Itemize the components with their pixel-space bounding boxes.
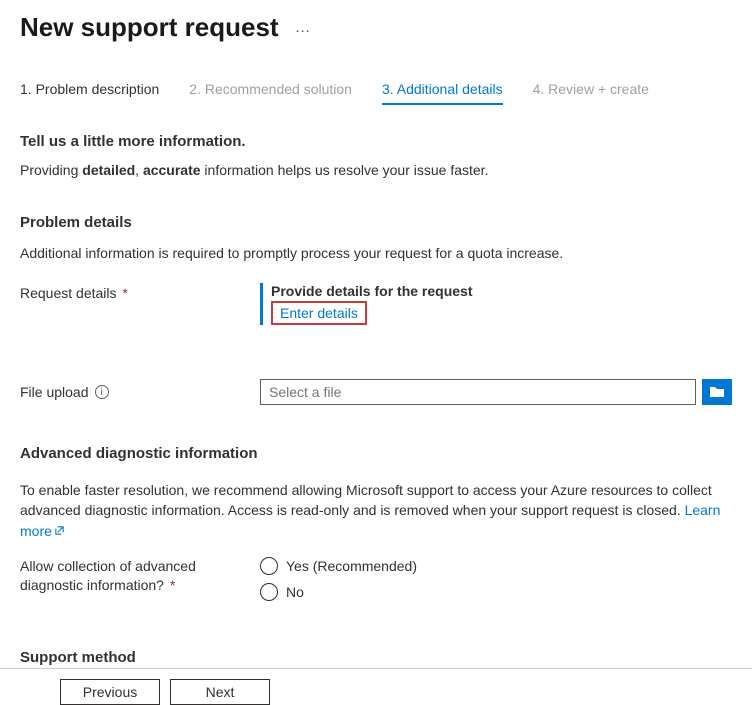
- info-icon[interactable]: i: [95, 385, 109, 399]
- section-intro: Providing detailed, accurate information…: [20, 162, 732, 178]
- problem-details-heading: Problem details: [20, 214, 732, 231]
- file-upload-row: File upload i: [20, 379, 732, 405]
- page-header: New support request …: [20, 12, 732, 43]
- required-marker: *: [122, 285, 127, 301]
- provide-details-label: Provide details for the request: [271, 283, 732, 299]
- radio-yes-label: Yes (Recommended): [286, 558, 417, 574]
- tab-recommended-solution: 2. Recommended solution: [189, 81, 352, 105]
- radio-no-label: No: [286, 584, 304, 600]
- more-actions-icon[interactable]: …: [295, 19, 312, 37]
- section-heading: Tell us a little more information.: [20, 133, 732, 150]
- radio-no[interactable]: No: [260, 583, 417, 601]
- advanced-desc: To enable faster resolution, we recommen…: [20, 480, 732, 541]
- required-marker: *: [170, 577, 175, 593]
- radio-icon: [260, 557, 278, 575]
- next-button[interactable]: Next: [170, 679, 270, 705]
- allow-collection-radio-group: Yes (Recommended) No: [260, 557, 417, 601]
- file-upload-label: File upload: [20, 384, 89, 400]
- support-method-heading: Support method: [20, 649, 732, 666]
- provide-details-block: Provide details for the request Enter de…: [260, 283, 732, 325]
- allow-collection-label: Allow collection of advanced diagnostic …: [20, 557, 260, 596]
- previous-button[interactable]: Previous: [60, 679, 160, 705]
- radio-yes[interactable]: Yes (Recommended): [260, 557, 417, 575]
- file-upload-input[interactable]: [260, 379, 696, 405]
- request-details-label: Request details *: [20, 283, 260, 301]
- allow-collection-row: Allow collection of advanced diagnostic …: [20, 557, 732, 601]
- request-details-row: Request details * Provide details for th…: [20, 283, 732, 325]
- radio-icon: [260, 583, 278, 601]
- tab-review-create: 4. Review + create: [533, 81, 649, 105]
- tab-additional-details[interactable]: 3. Additional details: [382, 81, 503, 105]
- browse-button[interactable]: [702, 379, 732, 405]
- folder-icon: [709, 385, 725, 399]
- external-link-icon: [54, 521, 65, 532]
- page-title: New support request: [20, 12, 279, 43]
- problem-details-desc: Additional information is required to pr…: [20, 245, 732, 261]
- wizard-tabs: 1. Problem description 2. Recommended so…: [20, 81, 732, 105]
- enter-details-link[interactable]: Enter details: [271, 301, 367, 325]
- file-upload-label-wrap: File upload i: [20, 384, 260, 400]
- tab-problem-description[interactable]: 1. Problem description: [20, 81, 159, 105]
- advanced-heading: Advanced diagnostic information: [20, 445, 732, 462]
- footer-buttons: Previous Next: [20, 669, 732, 705]
